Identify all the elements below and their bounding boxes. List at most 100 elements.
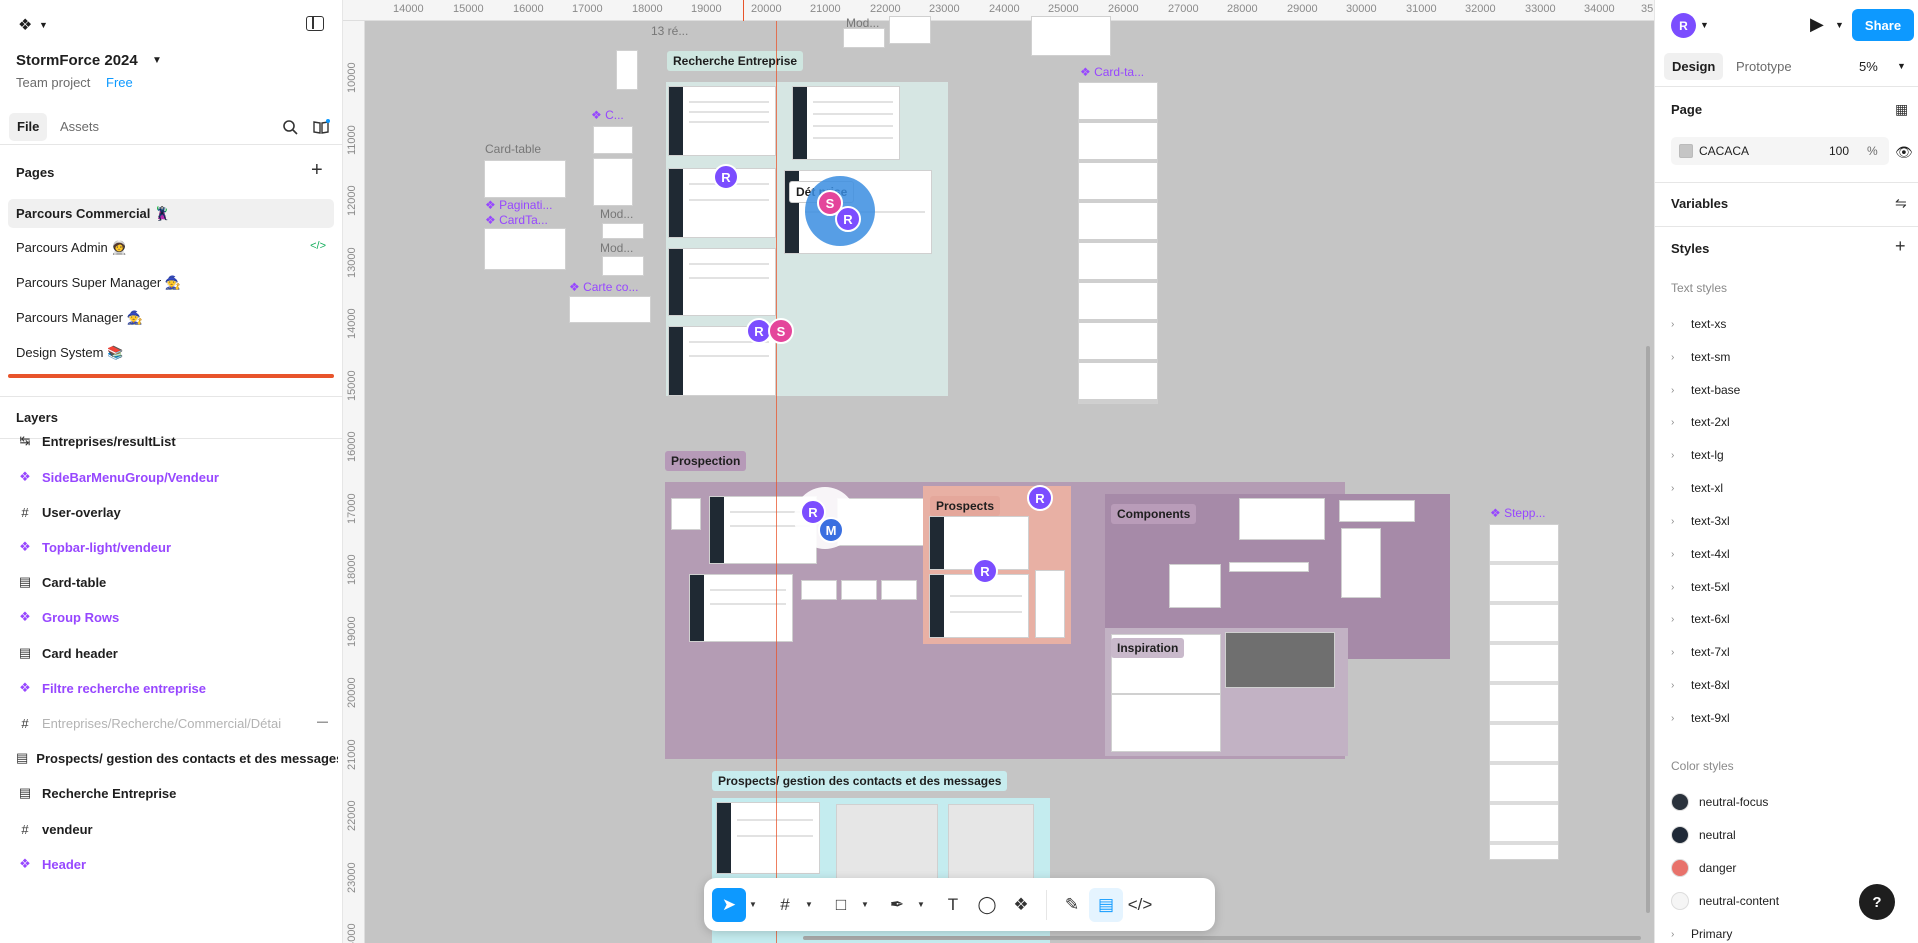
page-item[interactable]: Parcours Commercial 🦹	[8, 199, 334, 228]
zoom-level[interactable]: 5%	[1859, 59, 1878, 74]
layer-item[interactable]: ❖ Filtre recherche entreprise	[16, 676, 338, 700]
share-button[interactable]: Share	[1852, 9, 1914, 41]
section-prospection[interactable]	[665, 482, 1450, 759]
frame-label[interactable]: 13 ré...	[651, 24, 688, 38]
collaborator-avatar[interactable]: R	[835, 206, 861, 232]
section-label-prospection[interactable]: Prospection	[665, 451, 747, 471]
frame-tool-button[interactable]: #	[768, 888, 802, 922]
layer-item[interactable]: # Entreprises/Recherche/Commercial/Détai ―	[16, 711, 338, 735]
eye-icon[interactable]: 👁	[1895, 144, 1913, 161]
tab-assets[interactable]: Assets	[60, 119, 99, 134]
text-style-item[interactable]: › text-base	[1671, 379, 1740, 401]
frame-thumbnail[interactable]	[716, 802, 820, 874]
chevron-down-icon[interactable]: ▼	[914, 900, 928, 909]
frame-thumbnail[interactable]	[843, 28, 885, 48]
rectangle-tool-button[interactable]: □	[824, 888, 858, 922]
frame-thumbnail[interactable]	[689, 574, 793, 642]
layer-item[interactable]: ↹ Entreprises/resultList	[16, 430, 338, 452]
panel-toggle-icon[interactable]	[306, 16, 324, 31]
draw-mode-button[interactable]: ✎	[1055, 888, 1089, 922]
layer-item[interactable]: # User-overlay	[16, 500, 338, 524]
frame-thumbnail[interactable]	[929, 574, 1029, 638]
chevron-down-icon[interactable]: ▼	[39, 20, 48, 30]
frame-thumbnail[interactable]	[1239, 498, 1325, 540]
component-label[interactable]: ❖ Stepp...	[1490, 506, 1545, 520]
canvas[interactable]: 14000 15000 16000 17000 18000 19000 2000…	[343, 0, 1654, 943]
horizontal-scrollbar[interactable]	[803, 936, 1641, 940]
text-style-item[interactable]: › text-2xl	[1671, 411, 1730, 433]
library-icon[interactable]	[312, 119, 330, 135]
page-settings-icon[interactable]: ▦	[1895, 101, 1908, 118]
frame-label[interactable]: Mod...	[600, 241, 633, 255]
text-style-item[interactable]: › text-xl	[1671, 477, 1723, 499]
text-style-item[interactable]: › text-6xl	[1671, 608, 1730, 630]
frame-thumbnail[interactable]	[602, 256, 644, 276]
frame-thumbnail[interactable]	[1339, 500, 1415, 522]
component-label[interactable]: ❖ Card-ta...	[1080, 65, 1144, 79]
collaborator-avatar[interactable]: S	[768, 318, 794, 344]
frame-thumbnail[interactable]	[792, 86, 900, 160]
pen-tool-button[interactable]: ✒	[880, 888, 914, 922]
frame-thumbnail[interactable]	[948, 804, 1034, 884]
add-page-icon[interactable]: +	[311, 159, 323, 182]
color-style-item[interactable]: danger	[1671, 857, 1736, 879]
comment-tool-button[interactable]: ◯	[970, 888, 1004, 922]
layer-item[interactable]: ▤ Card-table	[16, 570, 338, 594]
layer-item[interactable]: ▤ Prospects/ gestion des contacts et des …	[16, 746, 338, 770]
text-style-item[interactable]: › text-8xl	[1671, 674, 1730, 696]
chevron-down-icon[interactable]: ▼	[802, 900, 816, 909]
color-style-item[interactable]: neutral	[1671, 824, 1736, 846]
tab-design[interactable]: Design	[1664, 53, 1724, 80]
frame-thumbnail[interactable]	[1341, 528, 1381, 598]
dev-mode-button[interactable]: </>	[1123, 888, 1157, 922]
team-label[interactable]: Team project	[16, 75, 90, 90]
text-style-item[interactable]: › text-4xl	[1671, 543, 1730, 565]
text-style-item[interactable]: › text-9xl	[1671, 707, 1730, 729]
figma-logo-icon[interactable]: ❖	[18, 15, 32, 35]
variables-header[interactable]: Variables	[1671, 196, 1728, 211]
move-tool-button[interactable]: ➤	[712, 887, 746, 922]
actions-tool-button[interactable]: ❖	[1004, 888, 1038, 922]
frame-thumbnail[interactable]	[616, 50, 638, 90]
chevron-down-icon[interactable]: ▼	[1897, 61, 1906, 71]
plan-badge[interactable]: Free	[106, 75, 133, 90]
chevron-down-icon[interactable]: ▼	[1835, 20, 1844, 30]
layer-item[interactable]: ❖ Header	[16, 852, 338, 876]
frame-thumbnail[interactable]	[602, 223, 644, 239]
page-item[interactable]: Parcours Super Manager 🧙	[8, 268, 334, 297]
section-label-inspiration[interactable]: Inspiration	[1111, 638, 1185, 658]
collaborator-avatar[interactable]: R	[972, 558, 998, 584]
present-play-icon[interactable]: ▶	[1810, 14, 1824, 35]
chevron-down-icon[interactable]: ▼	[858, 900, 872, 909]
frame-thumbnail[interactable]	[668, 86, 776, 156]
page-item[interactable]: Design System 📚	[8, 338, 334, 367]
color-style-item[interactable]: neutral-content	[1671, 890, 1779, 912]
color-style-item[interactable]: neutral-focus	[1671, 791, 1768, 813]
component-label[interactable]: ❖ C...	[591, 108, 624, 122]
frame-label[interactable]: Card-table	[485, 142, 541, 156]
section-recherche-entreprise[interactable]	[666, 82, 948, 396]
page-item[interactable]: Parcours Admin 🧑‍🚀 </>	[8, 233, 334, 262]
frame-thumbnail[interactable]	[671, 498, 701, 530]
layer-item[interactable]: ❖ SideBarMenuGroup/Vendeur	[16, 465, 338, 489]
pages-scroll-indicator[interactable]	[8, 374, 334, 378]
page-opacity[interactable]: 100	[1829, 144, 1849, 158]
component-label[interactable]: ❖ Paginati...	[485, 198, 552, 212]
layer-item[interactable]: ▤ Card header	[16, 641, 338, 665]
layer-item[interactable]: # vendeur	[16, 817, 338, 841]
search-icon[interactable]	[282, 119, 298, 135]
collaborator-avatar[interactable]: M	[818, 517, 844, 543]
text-tool-button[interactable]: T	[936, 888, 970, 922]
variables-icon[interactable]: ⇋	[1895, 195, 1907, 212]
layer-item[interactable]: ▤ Recherche Entreprise	[16, 781, 338, 805]
frame-column[interactable]	[1489, 524, 1559, 860]
tab-file[interactable]: File	[9, 113, 48, 141]
text-style-item[interactable]: › text-xs	[1671, 313, 1726, 335]
add-style-icon[interactable]: +	[1895, 236, 1906, 257]
frame-thumbnail[interactable]	[1229, 562, 1309, 572]
frame-thumbnail[interactable]	[1035, 570, 1065, 638]
section-label-recherche[interactable]: Recherche Entreprise	[667, 51, 804, 71]
frame-thumbnail[interactable]	[593, 126, 633, 154]
file-title[interactable]: StormForce 2024	[16, 52, 138, 69]
frame-column[interactable]	[1078, 82, 1158, 404]
